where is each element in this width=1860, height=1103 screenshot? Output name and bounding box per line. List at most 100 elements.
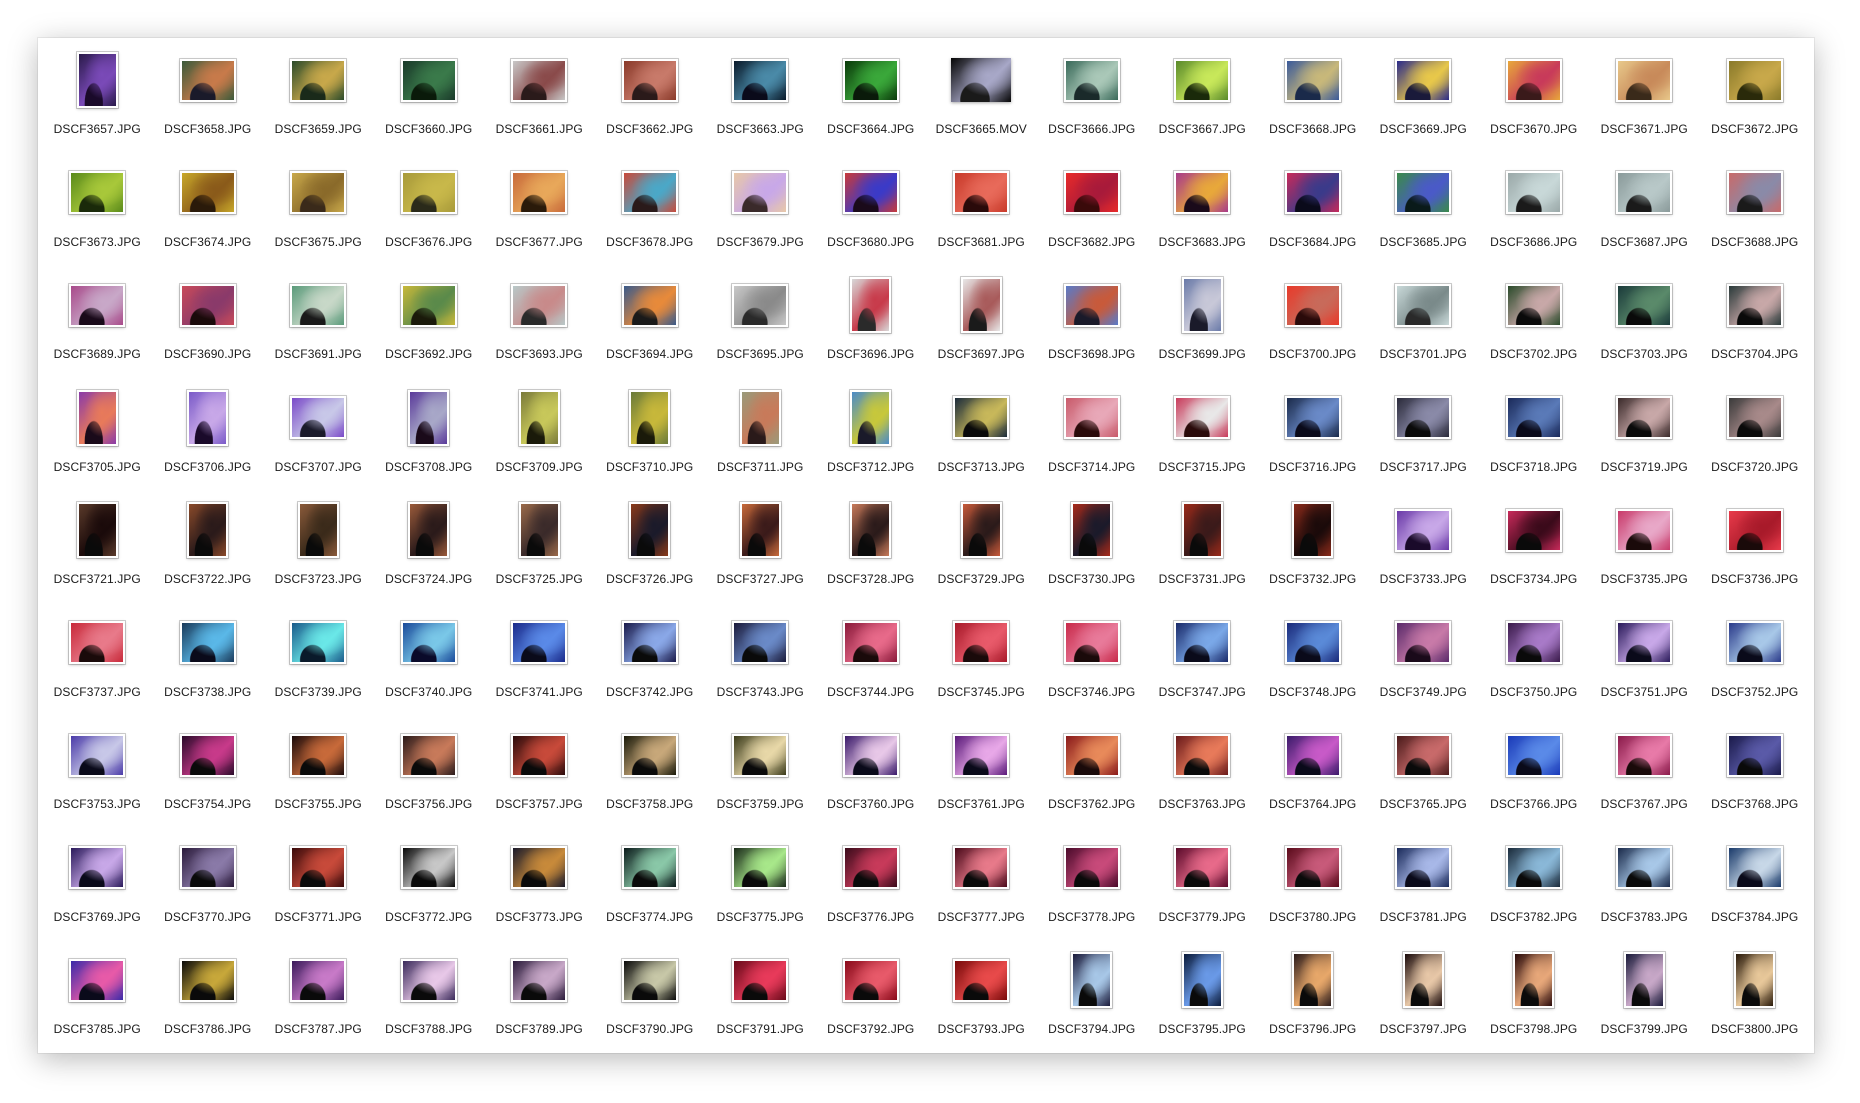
photo-thumbnail[interactable] xyxy=(1063,733,1120,777)
file-item[interactable]: DSCF3734.JPG xyxy=(1479,488,1590,601)
file-item[interactable]: DSCF3686.JPG xyxy=(1479,151,1590,264)
file-item[interactable]: DSCF3662.JPG xyxy=(595,38,706,151)
photo-thumbnail[interactable] xyxy=(953,621,1010,664)
photo-thumbnail[interactable] xyxy=(1616,171,1673,214)
photo-thumbnail[interactable] xyxy=(842,733,899,777)
photo-thumbnail[interactable] xyxy=(179,846,236,889)
photo-thumbnail[interactable] xyxy=(953,733,1010,777)
file-item[interactable]: DSCF3792.JPG xyxy=(816,938,927,1051)
file-item[interactable]: DSCF3789.JPG xyxy=(484,938,595,1051)
file-item[interactable]: DSCF3705.JPG xyxy=(42,376,153,489)
file-item[interactable]: DSCF3700.JPG xyxy=(1258,263,1369,376)
file-item[interactable]: DSCF3764.JPG xyxy=(1258,713,1369,826)
photo-thumbnail[interactable] xyxy=(179,171,236,214)
file-item[interactable]: DSCF3721.JPG xyxy=(42,488,153,601)
file-item[interactable]: DSCF3739.JPG xyxy=(263,601,374,714)
file-item[interactable]: DSCF3676.JPG xyxy=(374,151,485,264)
photo-thumbnail[interactable] xyxy=(69,733,126,777)
photo-thumbnail[interactable] xyxy=(732,846,789,889)
file-item[interactable]: DSCF3748.JPG xyxy=(1258,601,1369,714)
file-item[interactable]: DSCF3659.JPG xyxy=(263,38,374,151)
photo-thumbnail[interactable] xyxy=(1063,846,1120,889)
file-item[interactable]: DSCF3733.JPG xyxy=(1368,488,1479,601)
file-item[interactable]: DSCF3694.JPG xyxy=(595,263,706,376)
photo-thumbnail[interactable] xyxy=(732,283,789,327)
file-item[interactable]: DSCF3728.JPG xyxy=(816,488,927,601)
photo-thumbnail[interactable] xyxy=(1284,283,1341,327)
photo-thumbnail[interactable] xyxy=(1292,502,1334,558)
file-item[interactable]: DSCF3679.JPG xyxy=(705,151,816,264)
file-item[interactable]: DSCF3718.JPG xyxy=(1479,376,1590,489)
photo-thumbnail[interactable] xyxy=(179,58,236,102)
file-item[interactable]: DSCF3775.JPG xyxy=(705,826,816,939)
file-item[interactable]: DSCF3798.JPG xyxy=(1479,938,1590,1051)
photo-thumbnail[interactable] xyxy=(1616,733,1673,777)
file-item[interactable]: DSCF3695.JPG xyxy=(705,263,816,376)
file-item[interactable]: DSCF3747.JPG xyxy=(1147,601,1258,714)
photo-thumbnail[interactable] xyxy=(1505,508,1562,552)
photo-thumbnail[interactable] xyxy=(1395,58,1452,102)
file-item[interactable]: DSCF3675.JPG xyxy=(263,151,374,264)
photo-thumbnail[interactable] xyxy=(408,502,450,558)
photo-thumbnail[interactable] xyxy=(179,621,236,664)
file-item[interactable]: DSCF3800.JPG xyxy=(1700,938,1811,1051)
photo-thumbnail[interactable] xyxy=(400,958,457,1002)
file-item[interactable]: DSCF3685.JPG xyxy=(1368,151,1479,264)
file-item[interactable]: DSCF3743.JPG xyxy=(705,601,816,714)
file-item[interactable]: DSCF3762.JPG xyxy=(1037,713,1148,826)
file-item[interactable]: DSCF3765.JPG xyxy=(1368,713,1479,826)
photo-thumbnail[interactable] xyxy=(739,502,781,558)
file-item[interactable]: DSCF3696.JPG xyxy=(816,263,927,376)
photo-thumbnail[interactable] xyxy=(290,958,347,1002)
photo-thumbnail[interactable] xyxy=(1063,396,1120,439)
photo-thumbnail[interactable] xyxy=(1726,846,1783,889)
file-item[interactable]: DSCF3757.JPG xyxy=(484,713,595,826)
file-item[interactable]: DSCF3738.JPG xyxy=(153,601,264,714)
file-item[interactable]: DSCF3722.JPG xyxy=(153,488,264,601)
photo-thumbnail[interactable] xyxy=(629,502,671,558)
photo-thumbnail[interactable] xyxy=(400,733,457,777)
file-item[interactable]: DSCF3753.JPG xyxy=(42,713,153,826)
file-item[interactable]: DSCF3727.JPG xyxy=(705,488,816,601)
photo-thumbnail[interactable] xyxy=(290,621,347,664)
photo-thumbnail[interactable] xyxy=(1071,502,1113,558)
file-item[interactable]: DSCF3729.JPG xyxy=(926,488,1037,601)
photo-thumbnail[interactable] xyxy=(953,396,1010,439)
photo-thumbnail[interactable] xyxy=(1616,58,1673,102)
file-item[interactable]: DSCF3666.JPG xyxy=(1037,38,1148,151)
file-item[interactable]: DSCF3746.JPG xyxy=(1037,601,1148,714)
photo-thumbnail[interactable] xyxy=(290,283,347,327)
photo-thumbnail[interactable] xyxy=(842,621,899,664)
photo-thumbnail[interactable] xyxy=(1505,846,1562,889)
photo-thumbnail[interactable] xyxy=(179,733,236,777)
photo-thumbnail[interactable] xyxy=(400,621,457,664)
photo-thumbnail[interactable] xyxy=(842,171,899,214)
photo-thumbnail[interactable] xyxy=(1395,846,1452,889)
file-item[interactable]: DSCF3756.JPG xyxy=(374,713,485,826)
file-item[interactable]: DSCF3779.JPG xyxy=(1147,826,1258,939)
file-item[interactable]: DSCF3699.JPG xyxy=(1147,263,1258,376)
file-item[interactable]: DSCF3677.JPG xyxy=(484,151,595,264)
photo-thumbnail[interactable] xyxy=(1505,58,1562,102)
file-item[interactable]: DSCF3741.JPG xyxy=(484,601,595,714)
photo-thumbnail[interactable] xyxy=(511,621,568,664)
photo-thumbnail[interactable] xyxy=(511,958,568,1002)
photo-thumbnail[interactable] xyxy=(621,58,678,102)
file-item[interactable]: DSCF3768.JPG xyxy=(1700,713,1811,826)
file-item[interactable]: DSCF3770.JPG xyxy=(153,826,264,939)
photo-thumbnail[interactable] xyxy=(1402,952,1444,1008)
photo-thumbnail[interactable] xyxy=(732,171,789,214)
photo-thumbnail[interactable] xyxy=(842,958,899,1002)
photo-thumbnail[interactable] xyxy=(76,389,118,446)
photo-thumbnail[interactable] xyxy=(621,283,678,327)
file-item[interactable]: DSCF3698.JPG xyxy=(1037,263,1148,376)
photo-thumbnail[interactable] xyxy=(1292,952,1334,1008)
file-item[interactable]: DSCF3684.JPG xyxy=(1258,151,1369,264)
file-item[interactable]: DSCF3706.JPG xyxy=(153,376,264,489)
file-item[interactable]: DSCF3678.JPG xyxy=(595,151,706,264)
file-item[interactable]: DSCF3657.JPG xyxy=(42,38,153,151)
file-item[interactable]: DSCF3735.JPG xyxy=(1589,488,1700,601)
photo-thumbnail[interactable] xyxy=(960,502,1002,558)
file-item[interactable]: DSCF3724.JPG xyxy=(374,488,485,601)
photo-thumbnail[interactable] xyxy=(1616,396,1673,439)
